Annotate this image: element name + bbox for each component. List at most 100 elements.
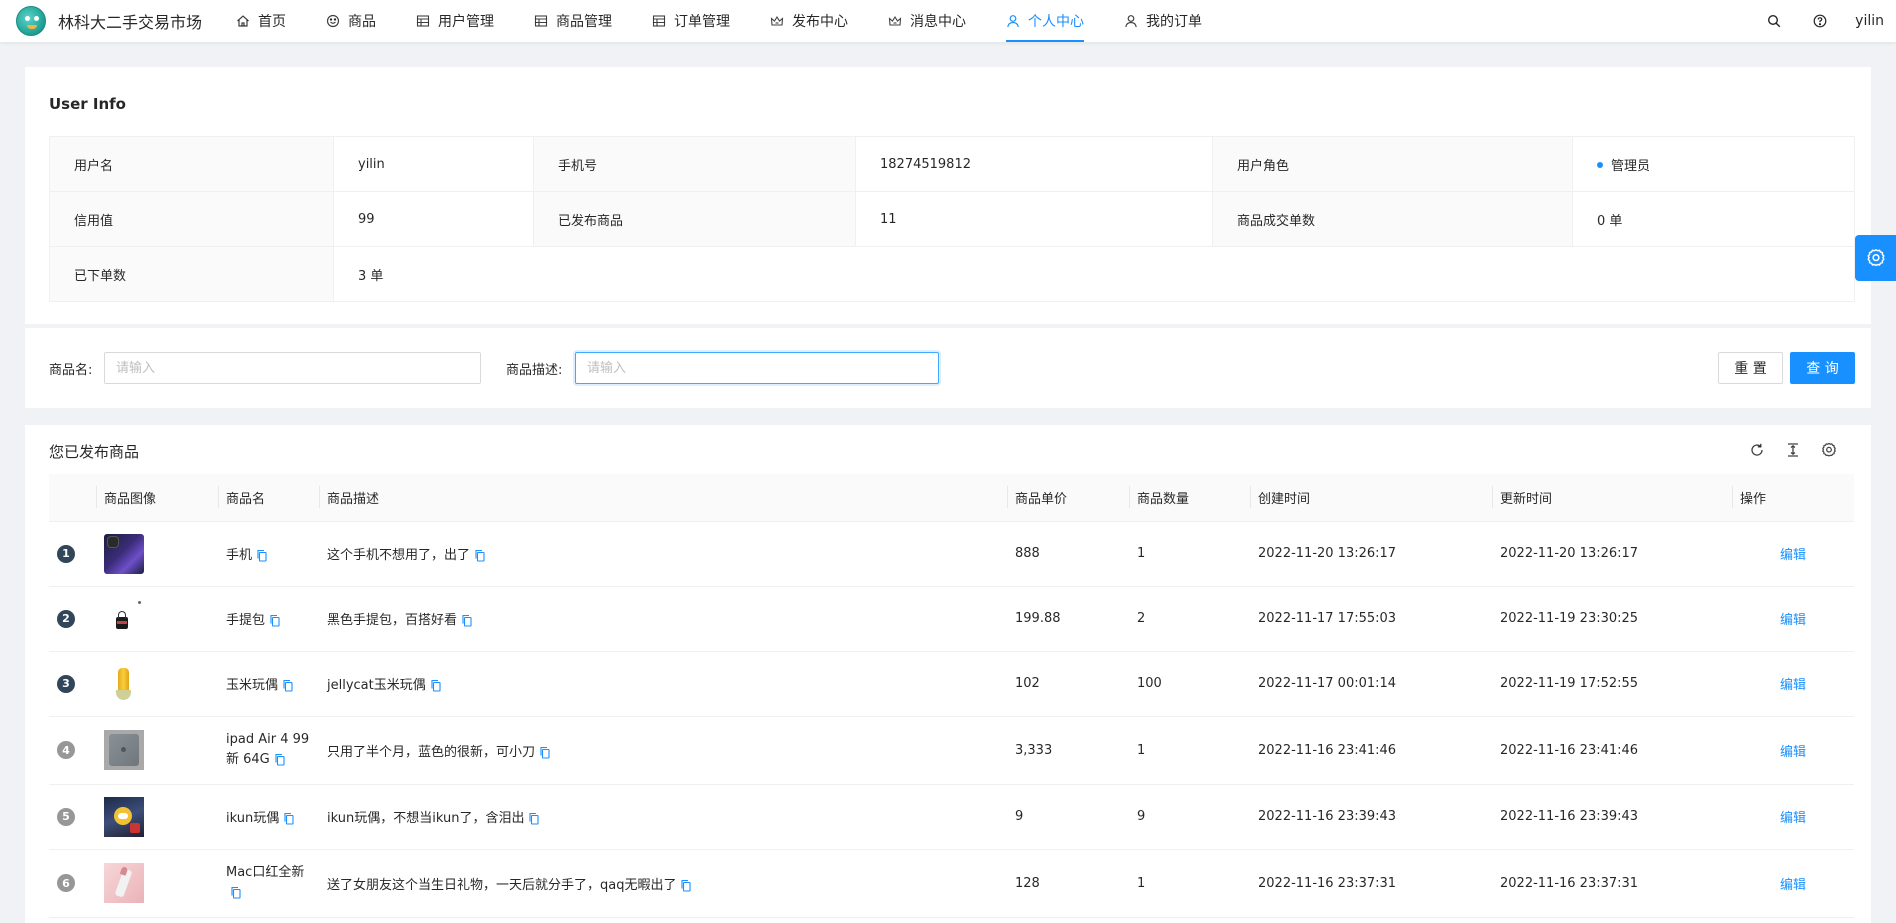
menu-item-user-manage[interactable]: 用户管理 [396,0,514,42]
edit-link[interactable]: 编辑 [1780,878,1806,893]
menu-item-home[interactable]: 首页 [216,0,306,42]
goods-image[interactable] [104,598,144,639]
reset-button[interactable]: 重 置 [1718,352,1783,384]
menu-item-personal-center[interactable]: 个人中心 [986,0,1104,42]
column-height-icon[interactable] [1775,439,1811,461]
copy-icon[interactable] [539,746,551,759]
goods-qty: 100 [1129,651,1250,717]
goods-created: 2022-11-16 23:37:31 [1250,849,1492,918]
goods-qty: 1 [1129,849,1250,918]
menu-item-label: 我的订单 [1146,14,1203,30]
copy-icon[interactable] [528,812,540,825]
smile-icon [326,14,340,28]
settings-icon[interactable] [1811,439,1847,461]
menu-item-goods[interactable]: 商品 [306,0,396,42]
col-header-qty: 商品数量 [1129,474,1250,522]
menu-item-goods-manage[interactable]: 商品管理 [514,0,632,42]
row-index: 3 [57,674,75,693]
goods-image[interactable] [104,533,144,574]
label-order-count: 已下单数 [49,246,334,302]
goods-updated: 2022-11-20 13:26:17 [1492,521,1732,587]
goods-updated: 2022-11-16 23:37:31 [1492,849,1732,918]
copy-icon[interactable] [461,614,473,627]
menu-item-label: 发布中心 [792,14,849,30]
table-row: 6 Mac口红全新 送了女朋友这个当生日礼物，一天后就分手了，qaq无暇出了 1… [49,849,1854,918]
goods-price: 888 [1007,521,1129,587]
menu-item-label: 商品管理 [556,14,613,30]
crown-icon [770,15,784,26]
goods-desc: ikun玩偶，不想当ikun了，含泪出 [327,811,525,826]
copy-icon[interactable] [256,549,268,562]
copy-icon[interactable] [680,879,692,892]
table-row: 4 ipad Air 4 99新 64G 只用了半个月，蓝色的很新，可小刀 3,… [49,716,1854,785]
header-actions: yilin [1751,0,1896,42]
goods-created: 2022-11-16 23:39:43 [1250,784,1492,850]
menu-item-my-orders[interactable]: 我的订单 [1104,0,1222,42]
goods-created: 2022-11-20 13:26:17 [1250,521,1492,587]
value-credit: 99 [333,191,534,247]
menu-item-label: 消息中心 [910,14,967,30]
goods-price: 199.88 [1007,586,1129,652]
menu-item-label: 用户管理 [438,14,495,30]
goods-qty: 9 [1129,784,1250,850]
edit-link[interactable]: 编辑 [1780,678,1806,693]
search-icon[interactable] [1751,0,1797,42]
copy-icon[interactable] [269,614,281,627]
goods-desc-input[interactable] [575,352,939,384]
setting-drawer-handle[interactable] [1855,235,1896,281]
table-toolbar [1739,439,1847,461]
col-header-desc: 商品描述 [319,474,1007,522]
col-header-created: 创建时间 [1250,474,1492,522]
goods-qty: 2 [1129,586,1250,652]
status-dot [1597,162,1603,168]
table-icon [416,15,430,27]
goods-name-input[interactable] [104,352,481,384]
edit-link[interactable]: 编辑 [1780,811,1806,826]
menu-item-order-manage[interactable]: 订单管理 [632,0,750,42]
copy-icon[interactable] [474,549,486,562]
copy-icon[interactable] [430,679,442,692]
menu-item-label: 订单管理 [674,14,731,30]
goods-image[interactable] [104,796,144,837]
label-phone: 手机号 [533,136,856,192]
copy-icon[interactable] [230,886,242,899]
user-info-title: User Info [49,95,126,113]
copy-icon[interactable] [274,753,286,766]
search-form-card: 商品名: 商品描述: 重 置 查 询 [25,328,1871,408]
site-logo[interactable]: 林科大二手交易市场 [0,0,202,42]
goods-image[interactable] [104,663,144,704]
label-deal-count: 商品成交单数 [1212,191,1573,247]
value-deal-count: 0 单 [1572,191,1855,247]
table-row: 5 ikun玩偶 ikun玩偶，不想当ikun了，含泪出 9 9 2022-11… [49,784,1854,850]
query-button[interactable]: 查 询 [1790,352,1855,384]
edit-link[interactable]: 编辑 [1780,745,1806,760]
table-title: 您已发布商品 [49,443,140,461]
goods-desc: 送了女朋友这个当生日礼物，一天后就分手了，qaq无暇出了 [327,877,677,893]
current-username[interactable]: yilin [1843,13,1884,29]
goods-name: ipad Air 4 99新 64G [226,732,310,767]
main-menu: 首页 商品 用户管理 商品管理 订单管理 发布中心 消息中心 个人中心 我的订单 [216,0,1222,42]
goods-image[interactable] [104,863,144,903]
table-row: 2 手提包 黑色手提包，百搭好看 199.88 2 2022-11-17 17:… [49,586,1854,652]
copy-icon[interactable] [283,812,295,825]
value-username: yilin [333,136,534,192]
goods-updated: 2022-11-16 23:41:46 [1492,716,1732,785]
menu-item-message-center[interactable]: 消息中心 [868,0,986,42]
question-icon[interactable] [1797,0,1843,42]
goods-name: 玉米玩偶 [226,678,279,693]
reload-icon[interactable] [1739,439,1775,461]
edit-link[interactable]: 编辑 [1780,548,1806,563]
col-header-index [49,474,96,522]
copy-icon[interactable] [282,679,294,692]
table-row: 1 手机 这个手机不想用了，出了 888 1 2022-11-20 13:26:… [49,521,1854,587]
goods-desc: 只用了半个月，蓝色的很新，可小刀 [327,744,536,760]
user-info-descriptions: 用户名 yilin 手机号 18274519812 用户角色 管理员 信用值 9… [49,136,1855,302]
goods-desc: 这个手机不想用了，出了 [327,548,471,563]
menu-item-publish-center[interactable]: 发布中心 [750,0,868,42]
goods-image[interactable] [104,730,144,770]
label-published-count: 已发布商品 [533,191,856,247]
edit-link[interactable]: 编辑 [1780,613,1806,628]
label-username: 用户名 [49,136,334,192]
goods-price: 102 [1007,651,1129,717]
goods-price: 3,333 [1007,716,1129,785]
